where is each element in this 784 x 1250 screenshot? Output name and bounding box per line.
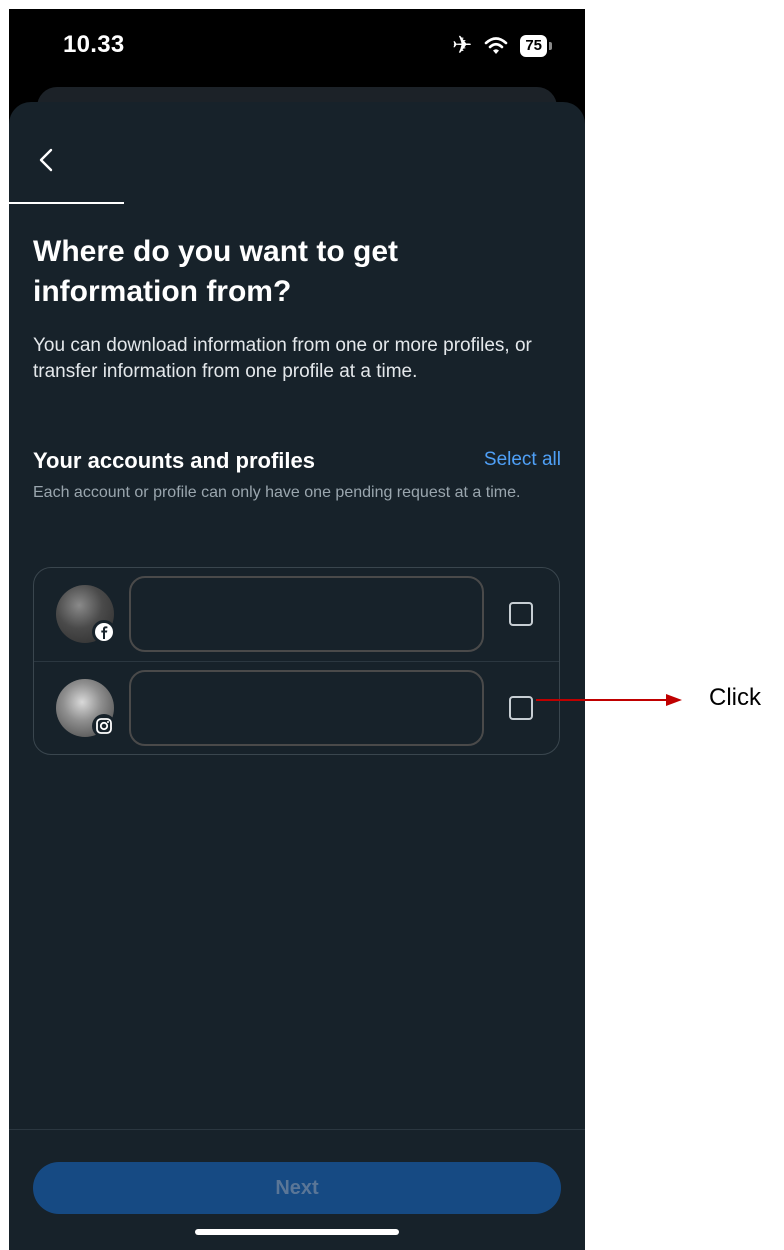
section-title: Your accounts and profiles	[33, 448, 315, 473]
progress-indicator	[9, 202, 124, 204]
next-button[interactable]: Next	[33, 1162, 561, 1214]
airplane-mode-icon: ✈	[452, 32, 473, 59]
annotation-label: Click	[709, 684, 761, 711]
status-bar: 10.33 ✈ 75	[9, 9, 585, 89]
instagram-icon	[92, 714, 116, 738]
account-name-field	[129, 576, 484, 652]
home-indicator	[195, 1229, 399, 1235]
account-name-field	[129, 670, 484, 746]
section-note: Each account or profile can only have on…	[33, 484, 521, 501]
annotation-arrow	[536, 694, 682, 706]
wifi-icon	[485, 37, 508, 54]
facebook-icon	[92, 620, 116, 644]
account-row-instagram[interactable]	[34, 661, 559, 755]
status-icons: ✈ 75	[452, 31, 552, 61]
select-all-link[interactable]: Select all	[484, 449, 561, 471]
account-row-facebook[interactable]	[34, 568, 559, 661]
chevron-left-icon	[39, 148, 53, 172]
account-checkbox[interactable]	[509, 602, 533, 626]
account-checkbox[interactable]	[509, 696, 533, 720]
accounts-list	[33, 567, 560, 755]
phone-screen: 10.33 ✈ 75 Where do you want to get info…	[9, 9, 585, 1250]
page-description: You can download information from one or…	[33, 335, 532, 382]
status-time: 10.33	[63, 31, 125, 58]
battery-indicator: 75	[520, 35, 552, 57]
page-title: Where do you want to get information fro…	[33, 235, 398, 308]
back-button[interactable]	[29, 142, 65, 178]
footer-divider	[9, 1129, 585, 1130]
bottom-sheet: Where do you want to get information fro…	[9, 102, 585, 1250]
